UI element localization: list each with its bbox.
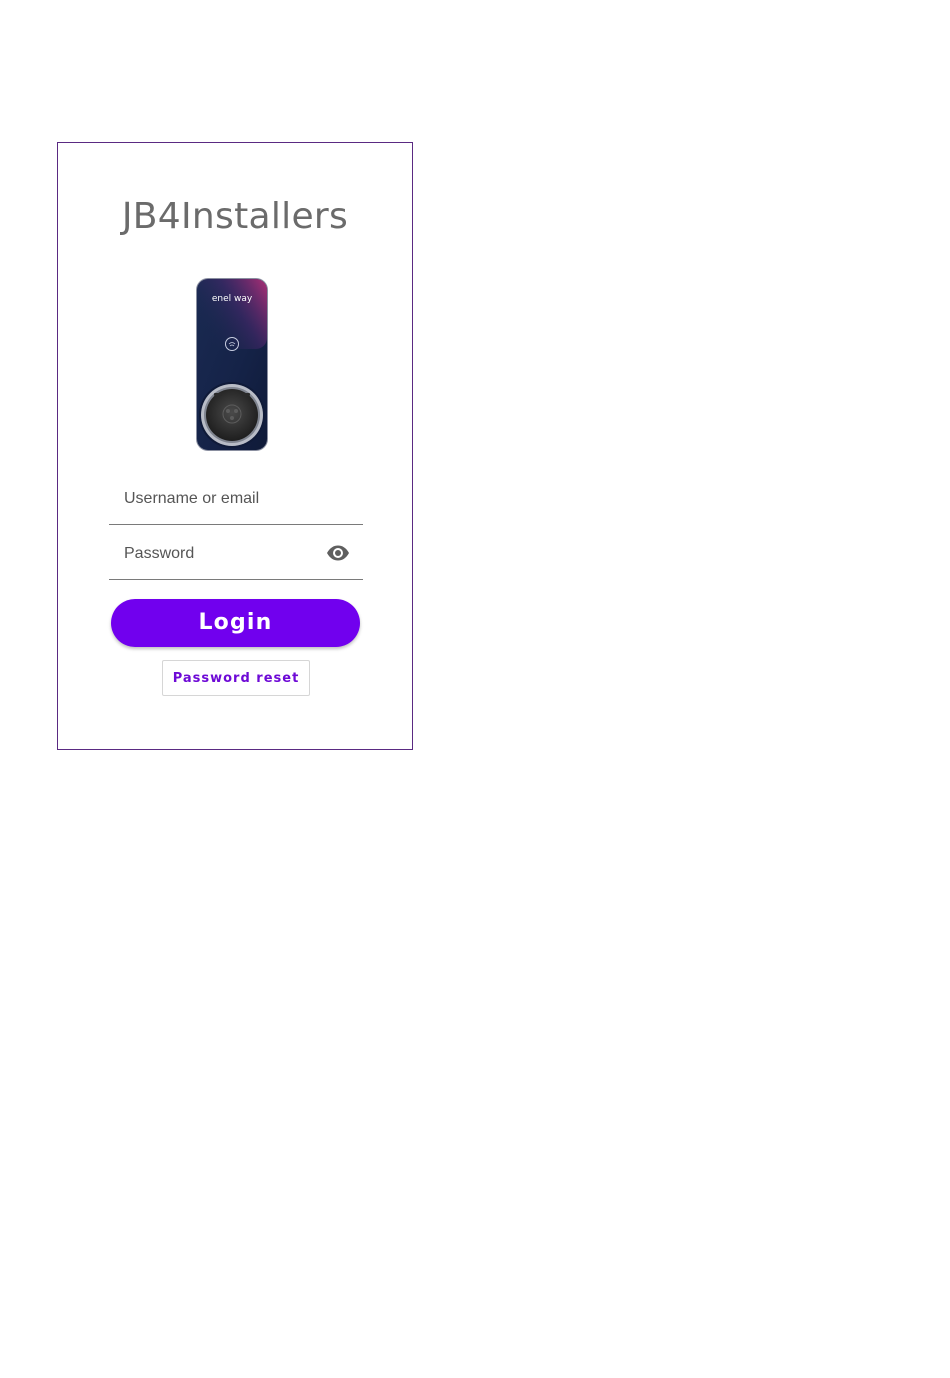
login-button[interactable]: Login	[111, 599, 360, 647]
eye-icon[interactable]	[326, 543, 350, 563]
app-title: JB4Installers	[121, 196, 349, 237]
password-reset-button[interactable]: Password reset	[162, 660, 310, 696]
password-input[interactable]	[124, 542, 324, 566]
password-field	[109, 534, 363, 580]
brand-logo-text: enel way	[212, 294, 253, 304]
wallbox-charger-image: enel way	[196, 278, 268, 451]
username-input[interactable]	[124, 487, 324, 511]
username-field	[109, 479, 363, 525]
